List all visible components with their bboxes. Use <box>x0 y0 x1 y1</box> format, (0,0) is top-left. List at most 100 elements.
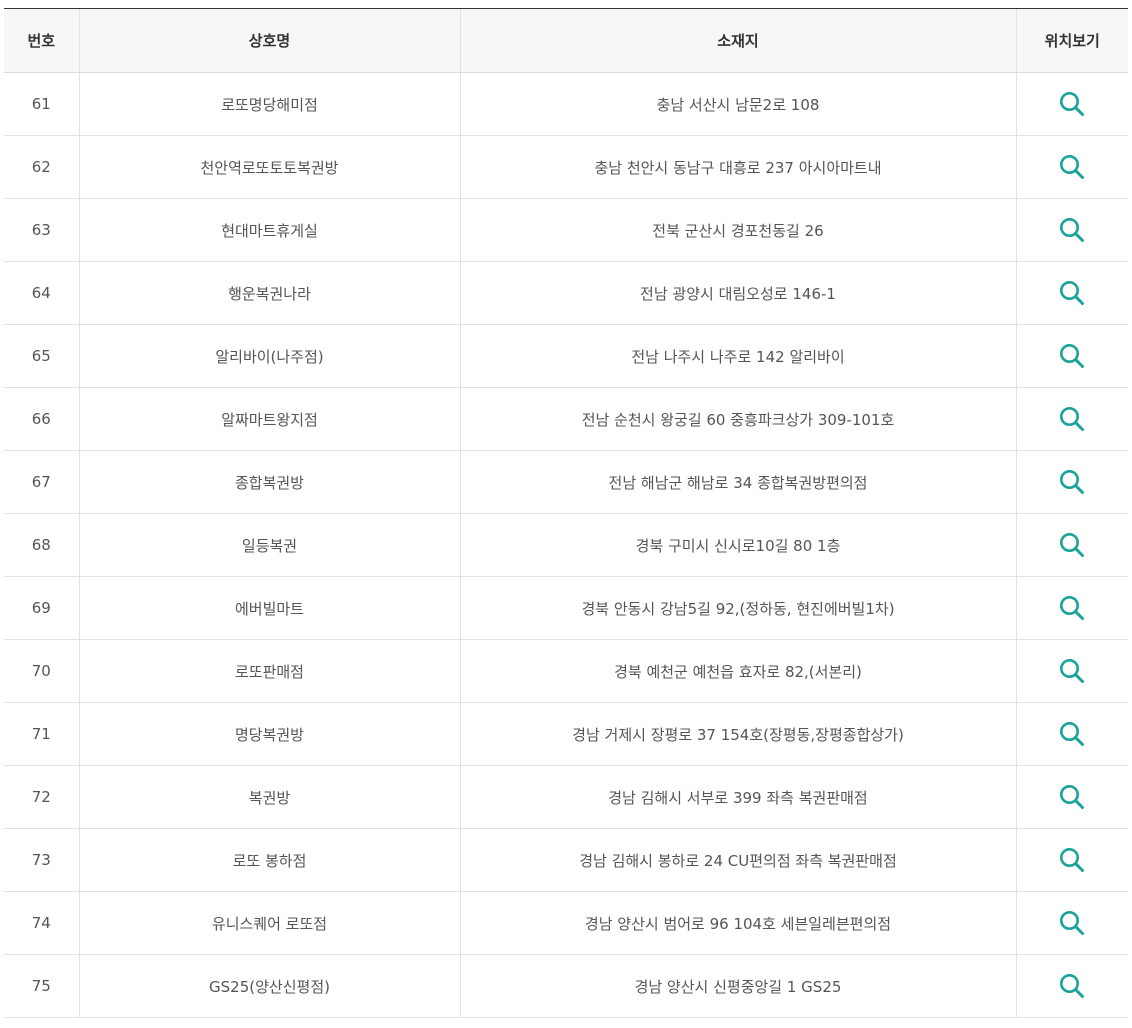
search-icon <box>1060 92 1085 116</box>
table-row: 74 유니스퀘어 로또점 경남 양산시 범어로 96 104호 세븐일레븐편의점 <box>4 891 1128 955</box>
search-icon <box>1060 155 1085 179</box>
row-map-cell <box>1015 513 1128 577</box>
header-number: 번호 <box>4 8 79 73</box>
row-address: 전남 해남군 해남로 34 종합복권방편의점 <box>459 450 1016 514</box>
view-location-button[interactable] <box>1057 845 1087 875</box>
row-map-cell <box>1015 954 1128 1018</box>
row-store-name: 명당복권방 <box>78 702 460 766</box>
table-row: 75 GS25(양산신평점) 경남 양산시 신평중앙길 1 GS25 <box>4 954 1128 1018</box>
row-store-name: 알짜마트왕지점 <box>78 387 460 451</box>
row-number: 70 <box>4 639 79 703</box>
search-icon <box>1060 533 1085 557</box>
row-number: 66 <box>4 387 79 451</box>
table-row: 63 현대마트휴게실 전북 군산시 경포천동길 26 <box>4 198 1128 262</box>
row-address: 경남 거제시 장평로 37 154호(장평동,장평종합상가) <box>459 702 1016 766</box>
row-number: 63 <box>4 198 79 262</box>
row-store-name: 복권방 <box>78 765 460 829</box>
view-location-button[interactable] <box>1057 782 1087 812</box>
row-store-name: 천안역로또토토복권방 <box>78 135 460 199</box>
row-address: 경북 안동시 강남5길 92,(정하동, 현진에버빌1차) <box>459 576 1016 640</box>
row-map-cell <box>1015 828 1128 892</box>
row-map-cell <box>1015 639 1128 703</box>
row-store-name: 알리바이(나주점) <box>78 324 460 388</box>
row-number: 69 <box>4 576 79 640</box>
row-store-name: 유니스퀘어 로또점 <box>78 891 460 955</box>
header-view-location: 위치보기 <box>1015 8 1128 73</box>
search-icon <box>1060 596 1085 620</box>
row-number: 65 <box>4 324 79 388</box>
row-map-cell <box>1015 387 1128 451</box>
row-store-name: 에버빌마트 <box>78 576 460 640</box>
row-store-name: 로또판매점 <box>78 639 460 703</box>
row-map-cell <box>1015 135 1128 199</box>
row-map-cell <box>1015 324 1128 388</box>
row-address: 전북 군산시 경포천동길 26 <box>459 198 1016 262</box>
row-store-name: 일등복권 <box>78 513 460 577</box>
search-icon <box>1060 785 1085 809</box>
store-list-table: 번호 상호명 소재지 위치보기 61 로또명당해미점 충남 서산시 남문2로 1… <box>4 8 1128 1018</box>
row-address: 경남 김해시 봉하로 24 CU편의점 좌측 복권판매점 <box>459 828 1016 892</box>
search-icon <box>1060 848 1085 872</box>
view-location-button[interactable] <box>1057 89 1087 119</box>
view-location-button[interactable] <box>1057 530 1087 560</box>
view-location-button[interactable] <box>1057 593 1087 623</box>
search-icon <box>1060 911 1085 935</box>
search-icon <box>1060 407 1085 431</box>
row-address: 충남 서산시 남문2로 108 <box>459 72 1016 136</box>
view-location-button[interactable] <box>1057 404 1087 434</box>
row-address: 경북 예천군 예천읍 효자로 82,(서본리) <box>459 639 1016 703</box>
row-store-name: 종합복권방 <box>78 450 460 514</box>
view-location-button[interactable] <box>1057 656 1087 686</box>
row-address: 경남 양산시 범어로 96 104호 세븐일레븐편의점 <box>459 891 1016 955</box>
row-number: 67 <box>4 450 79 514</box>
view-location-button[interactable] <box>1057 152 1087 182</box>
table-row: 64 행운복권나라 전남 광양시 대림오성로 146-1 <box>4 261 1128 325</box>
row-store-name: 로또명당해미점 <box>78 72 460 136</box>
search-icon <box>1060 344 1085 368</box>
search-icon <box>1060 281 1085 305</box>
header-store-name: 상호명 <box>78 8 460 73</box>
table-row: 66 알짜마트왕지점 전남 순천시 왕궁길 60 중흥파크상가 309-101호 <box>4 387 1128 451</box>
table-row: 69 에버빌마트 경북 안동시 강남5길 92,(정하동, 현진에버빌1차) <box>4 576 1128 640</box>
view-location-button[interactable] <box>1057 719 1087 749</box>
view-location-button[interactable] <box>1057 215 1087 245</box>
row-store-name: 로또 봉하점 <box>78 828 460 892</box>
search-icon <box>1060 722 1085 746</box>
row-address: 경북 구미시 신시로10길 80 1층 <box>459 513 1016 577</box>
row-map-cell <box>1015 576 1128 640</box>
row-address: 경남 김해시 서부로 399 좌측 복권판매점 <box>459 765 1016 829</box>
row-map-cell <box>1015 72 1128 136</box>
header-address: 소재지 <box>459 8 1016 73</box>
table-row: 73 로또 봉하점 경남 김해시 봉하로 24 CU편의점 좌측 복권판매점 <box>4 828 1128 892</box>
row-map-cell <box>1015 891 1128 955</box>
row-address: 전남 광양시 대림오성로 146-1 <box>459 261 1016 325</box>
row-map-cell <box>1015 702 1128 766</box>
row-address: 전남 나주시 나주로 142 알리바이 <box>459 324 1016 388</box>
row-map-cell <box>1015 261 1128 325</box>
row-number: 75 <box>4 954 79 1018</box>
row-number: 71 <box>4 702 79 766</box>
row-number: 62 <box>4 135 79 199</box>
view-location-button[interactable] <box>1057 908 1087 938</box>
view-location-button[interactable] <box>1057 971 1087 1001</box>
row-store-name: GS25(양산신평점) <box>78 954 460 1018</box>
table-row: 71 명당복권방 경남 거제시 장평로 37 154호(장평동,장평종합상가) <box>4 702 1128 766</box>
row-number: 72 <box>4 765 79 829</box>
row-address: 경남 양산시 신평중앙길 1 GS25 <box>459 954 1016 1018</box>
row-number: 61 <box>4 72 79 136</box>
table-header: 번호 상호명 소재지 위치보기 <box>4 8 1128 73</box>
store-list-table-wrap: 번호 상호명 소재지 위치보기 61 로또명당해미점 충남 서산시 남문2로 1… <box>4 8 1128 1018</box>
view-location-button[interactable] <box>1057 341 1087 371</box>
view-location-button[interactable] <box>1057 278 1087 308</box>
table-row: 65 알리바이(나주점) 전남 나주시 나주로 142 알리바이 <box>4 324 1128 388</box>
table-body: 61 로또명당해미점 충남 서산시 남문2로 108 62 천안역로또토토복권방… <box>4 72 1128 1018</box>
table-row: 72 복권방 경남 김해시 서부로 399 좌측 복권판매점 <box>4 765 1128 829</box>
row-number: 74 <box>4 891 79 955</box>
table-row: 67 종합복권방 전남 해남군 해남로 34 종합복권방편의점 <box>4 450 1128 514</box>
view-location-button[interactable] <box>1057 467 1087 497</box>
table-row: 70 로또판매점 경북 예천군 예천읍 효자로 82,(서본리) <box>4 639 1128 703</box>
row-number: 64 <box>4 261 79 325</box>
table-row: 61 로또명당해미점 충남 서산시 남문2로 108 <box>4 72 1128 136</box>
row-address: 충남 천안시 동남구 대흥로 237 아시아마트내 <box>459 135 1016 199</box>
row-map-cell <box>1015 450 1128 514</box>
